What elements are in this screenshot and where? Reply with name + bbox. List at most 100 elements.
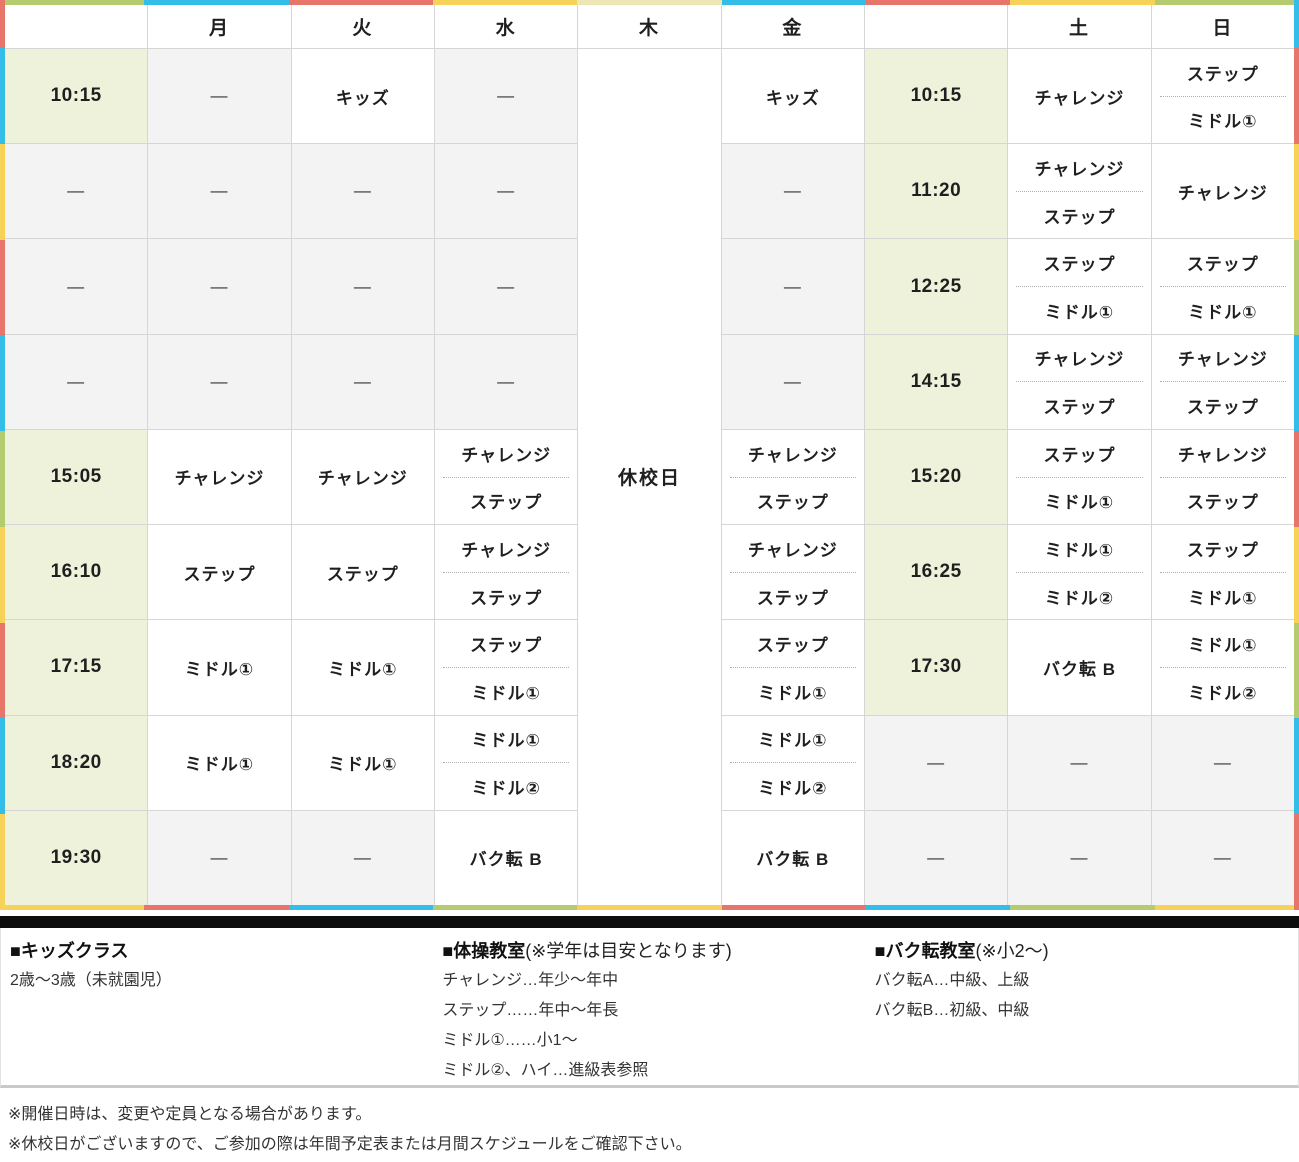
legend-line: ステップ……年中〜年長 bbox=[442, 996, 865, 1026]
time-cell: 18:20 bbox=[5, 716, 147, 810]
accent-strip-bottom bbox=[289, 905, 433, 910]
class-entry: ミドル① bbox=[1152, 620, 1294, 667]
schedule-cell: — bbox=[148, 811, 290, 905]
day-header-7: 土 bbox=[1008, 5, 1150, 48]
accent-strip-right bbox=[1294, 814, 1299, 910]
time-header bbox=[865, 5, 1007, 48]
legend-taiso-title: ■体操教室(※学年は目安となります) bbox=[442, 936, 865, 966]
schedule-cell: ミドル① bbox=[148, 716, 290, 810]
legend-bakuten-title-text: ■バク転教室 bbox=[875, 941, 976, 961]
accent-strip-right bbox=[1294, 0, 1299, 48]
legend-bakuten-title: ■バク転教室(※小2〜) bbox=[875, 936, 1298, 966]
class-schedule-page: 月火水木金土日休校日10:15—キッズ—キッズ10:15チャレンジステップミドル… bbox=[0, 0, 1299, 1162]
schedule-cell: — bbox=[148, 144, 290, 238]
weekly-schedule-table: 月火水木金土日休校日10:15—キッズ—キッズ10:15チャレンジステップミドル… bbox=[0, 0, 1299, 910]
class-entry: ミドル① bbox=[435, 716, 577, 763]
accent-strip-bottom bbox=[722, 905, 866, 910]
time-header bbox=[5, 5, 147, 48]
accent-strip-bottom bbox=[0, 905, 144, 910]
class-entry: ステップ bbox=[1152, 239, 1294, 286]
class-entry: ミドル① bbox=[722, 716, 864, 763]
schedule-cell: バク転 B bbox=[1008, 620, 1150, 714]
schedule-cell: ステップ bbox=[292, 525, 434, 619]
time-cell: 16:10 bbox=[5, 525, 147, 619]
schedule-cell: ステップミドル① bbox=[435, 620, 577, 714]
legend-kids-class: ■キッズクラス 2歳〜3歳（未就園児） bbox=[1, 936, 433, 1085]
accent-strip-bottom bbox=[1010, 905, 1154, 910]
class-entry: ステップ bbox=[1152, 49, 1294, 96]
section-divider-bar bbox=[0, 916, 1299, 928]
schedule-cell: ミドル① bbox=[292, 620, 434, 714]
legend-line: ミドル②、ハイ…進級表参照 bbox=[442, 1056, 865, 1086]
class-entry: チャレンジ bbox=[1008, 144, 1150, 191]
class-entry: チャレンジ bbox=[722, 430, 864, 477]
time-cell: — bbox=[865, 811, 1007, 905]
schedule-cell: チャレンジステップ bbox=[1008, 144, 1150, 238]
day-header-2: 火 bbox=[292, 5, 434, 48]
class-entry: ステップ bbox=[1008, 430, 1150, 477]
legend-line: バク転B…初級、中級 bbox=[875, 996, 1298, 1026]
class-entry: ステップ bbox=[435, 478, 577, 525]
schedule-cell: — bbox=[292, 239, 434, 333]
class-entry: ステップ bbox=[1152, 525, 1294, 572]
schedule-cell: バク転 B bbox=[435, 811, 577, 905]
class-entry: ミドル① bbox=[1152, 573, 1294, 620]
class-entry: ミドル① bbox=[1152, 287, 1294, 334]
accent-strip-right bbox=[1294, 718, 1299, 814]
schedule-cell: チャレンジステップ bbox=[1008, 335, 1150, 429]
legend-taiso-title-text: ■体操教室 bbox=[442, 941, 525, 961]
time-cell: — bbox=[865, 716, 1007, 810]
accent-strip-right bbox=[1294, 527, 1299, 623]
accent-strip-right bbox=[1294, 240, 1299, 336]
schedule-cell: — bbox=[722, 239, 864, 333]
schedule-cell: ミドル①ミドル② bbox=[1152, 620, 1294, 714]
time-cell: 17:15 bbox=[5, 620, 147, 714]
legend-kids-title-text: ■キッズクラス bbox=[10, 941, 129, 961]
day-header-1: 月 bbox=[148, 5, 290, 48]
schedule-cell: チャレンジ bbox=[292, 430, 434, 524]
accent-strip-bottom bbox=[433, 905, 577, 910]
day-header-8: 日 bbox=[1152, 5, 1294, 48]
schedule-cell: — bbox=[435, 144, 577, 238]
schedule-cell: — bbox=[1152, 716, 1294, 810]
accent-strip-right bbox=[1294, 623, 1299, 719]
class-entry: チャレンジ bbox=[1152, 430, 1294, 477]
accent-strip-right bbox=[1294, 335, 1299, 431]
class-entry: ミドル② bbox=[435, 763, 577, 810]
schedule-cell: ステップミドル① bbox=[1152, 49, 1294, 143]
schedule-cell: — bbox=[722, 144, 864, 238]
schedule-cell: — bbox=[292, 144, 434, 238]
class-entry: ステップ bbox=[1152, 382, 1294, 429]
legend-kids-title: ■キッズクラス bbox=[10, 936, 433, 966]
schedule-cell: ステップ bbox=[148, 525, 290, 619]
accent-strip-right bbox=[1294, 48, 1299, 144]
schedule-cell: チャレンジ bbox=[148, 430, 290, 524]
class-entry: ステップ bbox=[435, 620, 577, 667]
schedule-cell: — bbox=[722, 335, 864, 429]
schedule-cell: ミドル①ミドル② bbox=[1008, 525, 1150, 619]
legend-box: ■キッズクラス 2歳〜3歳（未就園児） ■体操教室(※学年は目安となります) チ… bbox=[0, 928, 1299, 1088]
schedule-cell: チャレンジステップ bbox=[722, 430, 864, 524]
legend-line: バク転A…中級、上級 bbox=[875, 966, 1298, 996]
accent-strip-right bbox=[1294, 431, 1299, 527]
class-entry: ミドル① bbox=[1008, 478, 1150, 525]
legend-bakuten-note: (※小2〜) bbox=[976, 941, 1049, 961]
class-entry: チャレンジ bbox=[1008, 335, 1150, 382]
schedule-cell: — bbox=[1152, 811, 1294, 905]
schedule-cell: ミドル①ミドル② bbox=[722, 716, 864, 810]
time-cell: 14:15 bbox=[865, 335, 1007, 429]
schedule-cell: バク転 B bbox=[722, 811, 864, 905]
schedule-cell: ステップミドル① bbox=[1152, 525, 1294, 619]
time-cell: 19:30 bbox=[5, 811, 147, 905]
day-header-3: 水 bbox=[435, 5, 577, 48]
schedule-cell: チャレンジステップ bbox=[435, 525, 577, 619]
legend-line: ミドル①……小1〜 bbox=[442, 1026, 865, 1056]
schedule-cell: キッズ bbox=[722, 49, 864, 143]
schedule-cell: — bbox=[435, 335, 577, 429]
schedule-cell: ステップミドル① bbox=[1008, 239, 1150, 333]
time-cell: — bbox=[5, 335, 147, 429]
schedule-cell: チャレンジステップ bbox=[1152, 430, 1294, 524]
closed-day-cell: 休校日 bbox=[578, 49, 720, 905]
time-cell: 17:30 bbox=[865, 620, 1007, 714]
schedule-cell: — bbox=[1008, 716, 1150, 810]
